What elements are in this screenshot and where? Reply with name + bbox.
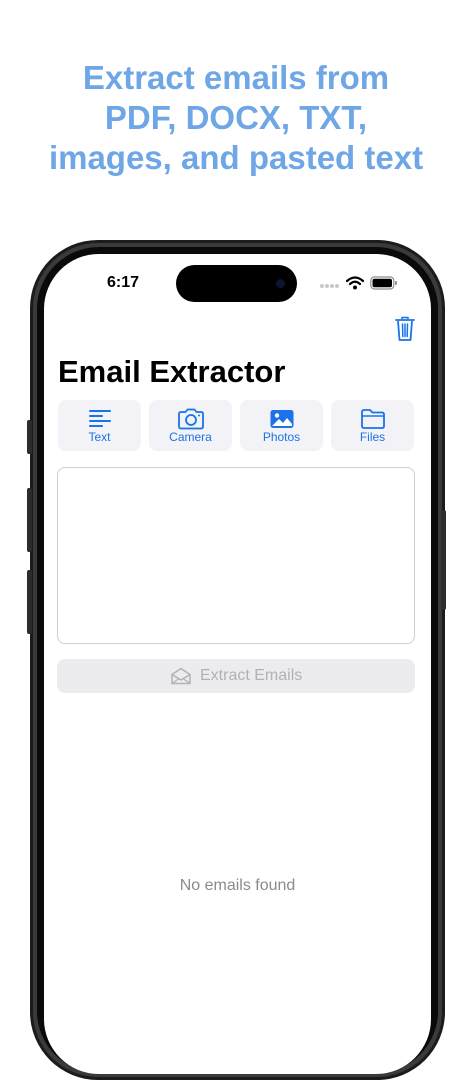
promo-headline: Extract emails from PDF, DOCX, TXT, imag…	[0, 58, 472, 178]
photos-source-button[interactable]: Photos	[240, 400, 323, 451]
headline-line-2: PDF, DOCX, TXT,	[0, 98, 472, 138]
camera-icon	[177, 408, 205, 430]
dynamic-island	[176, 265, 297, 302]
text-input-area[interactable]	[57, 467, 415, 644]
status-time: 6:17	[98, 274, 148, 292]
photo-icon	[269, 408, 295, 430]
headline-line-3: images, and pasted text	[0, 138, 472, 178]
page-title: Email Extractor	[58, 354, 285, 390]
text-source-button[interactable]: Text	[58, 400, 141, 451]
files-source-button[interactable]: Files	[331, 400, 414, 451]
text-align-left-icon	[88, 408, 112, 428]
camera-source-button[interactable]: Camera	[149, 400, 232, 451]
files-source-label: Files	[331, 430, 414, 444]
volume-up-button	[27, 488, 32, 552]
trash-icon[interactable]	[394, 316, 416, 342]
app-screen: 6:17 Email Extractor	[44, 254, 431, 1074]
empty-state-message: No emails found	[44, 877, 431, 895]
photos-source-label: Photos	[240, 430, 323, 444]
headline-line-1: Extract emails from	[0, 58, 472, 98]
extract-emails-button[interactable]: Extract Emails	[57, 659, 415, 693]
camera-source-label: Camera	[149, 430, 232, 444]
folder-icon	[360, 408, 386, 430]
envelope-open-icon	[170, 667, 192, 685]
wifi-icon	[346, 276, 364, 290]
text-source-label: Text	[58, 430, 141, 444]
volume-down-button	[27, 570, 32, 634]
extract-emails-label: Extract Emails	[200, 667, 302, 685]
power-button	[441, 510, 446, 610]
action-button	[27, 420, 32, 454]
front-camera-icon	[276, 279, 285, 288]
battery-icon	[370, 276, 398, 290]
signal-icon	[320, 284, 324, 288]
